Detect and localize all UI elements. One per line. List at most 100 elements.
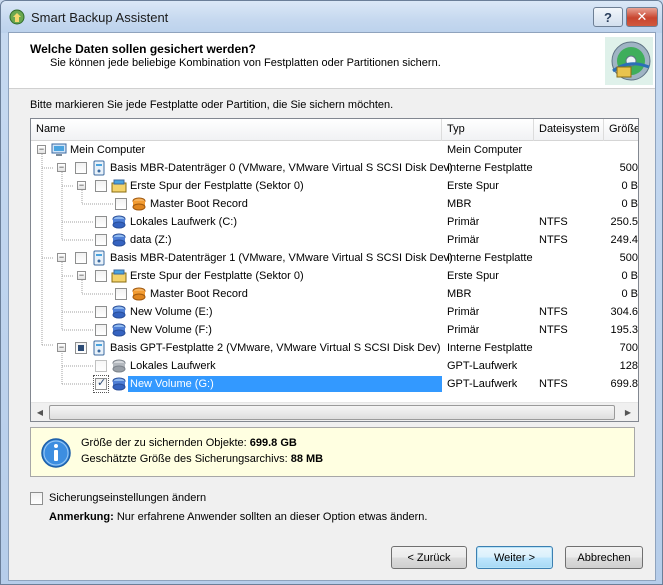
horizontal-scrollbar[interactable]: ◀ ▶ [31,402,638,421]
note-body: Nur erfahrene Anwender sollten an dieser… [116,511,428,523]
column-type[interactable]: Typ [442,119,534,141]
tree-row-name: Master Boot Record [150,288,248,300]
tree-row-type: Interne Festplatte [447,162,533,174]
tree-row-volume-f[interactable]: New Volume (F:) Primär NTFS 195.3 [31,321,638,339]
collapse-toggle[interactable]: − [77,181,86,190]
next-button[interactable]: Weiter > [476,546,553,569]
tree-row-filesystem: NTFS [539,378,568,390]
tree-row-gpt-local[interactable]: Lokales Laufwerk GPT-Laufwerk 128 [31,357,638,375]
scroll-right-icon[interactable]: ▶ [620,405,636,420]
scroll-left-icon[interactable]: ◀ [32,405,48,420]
first-track-1-checkbox[interactable] [95,270,107,282]
cancel-button[interactable]: Abbrechen [565,546,643,569]
wizard-window: Smart Backup Assistent ? ✕ Welche Daten … [0,0,663,585]
mbr-icon [132,287,146,301]
collapse-toggle[interactable]: − [57,163,66,172]
tree-row-mbr-0[interactable]: Master Boot Record MBR 0 B [31,195,638,213]
help-button[interactable]: ? [593,7,623,27]
tree-row-name: data (Z:) [130,234,172,246]
disk-tree[interactable]: Name Typ Dateisystem Größe − Mein Comput… [30,118,639,422]
tree-row-type: Primär [447,234,480,246]
volume-e-checkbox[interactable] [95,306,107,318]
tree-row-size: 304.6 [610,306,638,318]
close-button[interactable]: ✕ [626,7,658,27]
tree-row-filesystem: NTFS [539,216,568,228]
note-text: Anmerkung: Nur erfahrene Anwender sollte… [49,511,427,523]
tree-row-volume-c[interactable]: Lokales Laufwerk (C:) Primär NTFS 250.5 [31,213,638,231]
tree-row-disk-2[interactable]: − Basis GPT-Festplatte 2 (VMware, VMware… [31,339,638,357]
tree-row-type: MBR [447,198,472,210]
volume-g-checkbox[interactable] [95,376,107,390]
tree-row-first-track-1[interactable]: − Erste Spur der Festplatte (Sektor 0) E… [31,267,638,285]
collapse-toggle[interactable]: − [77,271,86,280]
wizard-client-area: Welche Daten sollen gesichert werden? Si… [8,32,656,581]
page-subtitle: Sie können jede beliebige Kombination vo… [50,57,441,69]
tree-row-name: New Volume (G:) [128,376,442,392]
column-filesystem[interactable]: Dateisystem [534,119,604,141]
volume-icon [112,305,126,319]
disk-icon [93,250,105,266]
volume-f-checkbox[interactable] [95,324,107,336]
mbr-icon [132,197,146,211]
disk-icon [93,160,105,176]
tree-row-size: 128 [619,360,638,372]
tree-row-size: 249.4 [610,234,638,246]
scrollbar-thumb[interactable] [49,405,615,420]
tree-row-name: Erste Spur der Festplatte (Sektor 0) [130,270,304,282]
archive-size-line: Geschätzte Größe des Sicherungsarchivs: … [81,453,323,465]
first-track-icon [111,179,127,193]
disk-0-checkbox[interactable] [75,162,87,174]
page-title: Welche Daten sollen gesichert werden? [30,42,256,56]
mbr-1-checkbox[interactable] [115,288,127,300]
tree-row-filesystem: NTFS [539,234,568,246]
volume-icon [112,215,126,229]
tree-row-type: GPT-Laufwerk [447,360,518,372]
first-track-0-checkbox[interactable] [95,180,107,192]
instruction-text: Bitte markieren Sie jede Festplatte oder… [30,99,394,111]
tree-row-name: Basis MBR-Datenträger 0 (VMware, VMware … [110,162,453,174]
tree-row-disk-0[interactable]: − Basis MBR-Datenträger 0 (VMware, VMwar… [31,159,638,177]
change-settings-label[interactable]: Sicherungseinstellungen ändern [49,492,206,504]
collapse-toggle[interactable]: − [57,253,66,262]
tree-row-type: Interne Festplatte [447,252,533,264]
back-button[interactable]: < Zurück [391,546,467,569]
column-size[interactable]: Größe [604,119,638,141]
tree-row-first-track-0[interactable]: − Erste Spur der Festplatte (Sektor 0) E… [31,177,638,195]
tree-row-volume-g[interactable]: New Volume (G:) GPT-Laufwerk NTFS 699.8 [31,375,638,393]
tree-row-filesystem: NTFS [539,324,568,336]
tree-row-volume-z[interactable]: data (Z:) Primär NTFS 249.4 [31,231,638,249]
backup-wizard-icon [9,9,25,25]
objects-size-line: Größe der zu sichernden Objekte: 699.8 G… [81,437,297,449]
tree-row-size: 195.3 [610,324,638,336]
tree-row-volume-e[interactable]: New Volume (E:) Primär NTFS 304.6 [31,303,638,321]
tree-row-name: Basis GPT-Festplatte 2 (VMware, VMware V… [110,342,441,354]
volume-c-checkbox[interactable] [95,216,107,228]
collapse-toggle[interactable]: − [37,145,46,154]
tree-row-size: 699.8 [610,378,638,390]
column-name[interactable]: Name [31,119,442,141]
volume-icon [112,233,126,247]
change-settings-checkbox[interactable] [30,492,43,505]
tree-row-type: GPT-Laufwerk [447,378,518,390]
tree-row-my-computer[interactable]: − Mein Computer Mein Computer [31,141,638,159]
disk-2-checkbox[interactable] [75,342,87,354]
tree-row-size: 0 B [621,198,638,210]
volume-z-checkbox[interactable] [95,234,107,246]
gpt-local-checkbox[interactable] [95,360,107,372]
collapse-toggle[interactable]: − [57,343,66,352]
tree-row-size: 500 [619,252,638,264]
first-track-icon [111,269,127,283]
mbr-0-checkbox[interactable] [115,198,127,210]
archive-size-label: Geschätzte Größe des Sicherungsarchivs: [81,453,288,465]
tree-row-name: Mein Computer [70,144,146,156]
tree-row-type: Primär [447,324,480,336]
objects-size-label: Größe der zu sichernden Objekte: [81,437,247,449]
tree-row-mbr-1[interactable]: Master Boot Record MBR 0 B [31,285,638,303]
tree-row-name: Lokales Laufwerk (C:) [130,216,237,228]
tree-row-size: 0 B [621,180,638,192]
archive-size-value: 88 MB [290,453,324,465]
tree-row-disk-1[interactable]: − Basis MBR-Datenträger 1 (VMware, VMwar… [31,249,638,267]
tree-row-size: 700 [619,342,638,354]
title-bar[interactable]: Smart Backup Assistent ? ✕ [1,1,662,33]
disk-1-checkbox[interactable] [75,252,87,264]
